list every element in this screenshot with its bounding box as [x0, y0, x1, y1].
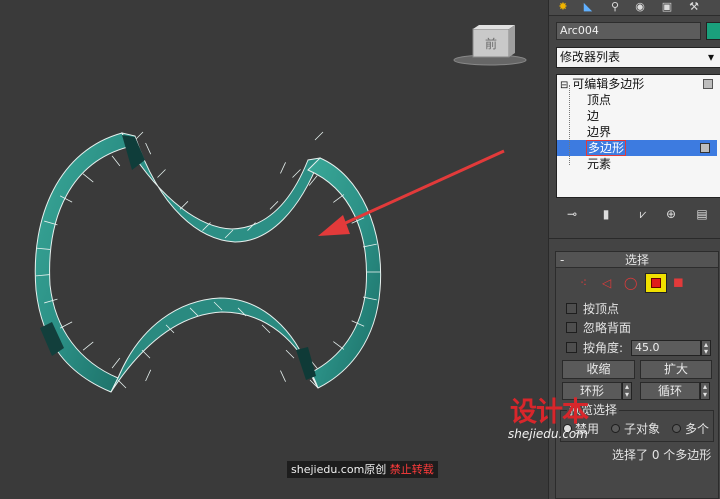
mesh-segment-line: [82, 341, 94, 351]
by-angle-checkbox[interactable]: [566, 342, 577, 353]
mesh-band-top[interactable]: [121, 132, 321, 243]
credit-original: 原创: [364, 463, 387, 476]
credit-site: shejiedu.com: [291, 463, 365, 476]
watermark-url: shejiedu.com: [508, 427, 588, 441]
preview-subobject-label: 子对象: [624, 422, 661, 436]
object-color-swatch[interactable]: [706, 22, 720, 40]
preview-subobject-radio[interactable]: [611, 424, 620, 433]
edge-mode-icon[interactable]: ◁: [602, 276, 616, 290]
remove-modifier-icon[interactable]: ⊕: [661, 206, 681, 222]
viewport[interactable]: 前: [0, 0, 548, 499]
angle-spinner-field[interactable]: 45.0: [631, 340, 701, 356]
pin-stack-icon[interactable]: ⊸: [562, 206, 582, 222]
stack-item-vertex[interactable]: 顶点: [557, 92, 717, 108]
mesh-segment-line: [333, 194, 345, 203]
modifier-list-dropdown[interactable]: 修改器列表 ▾: [556, 47, 720, 68]
stack-item-polygon-label: 多边形: [585, 140, 627, 156]
modifier-stack[interactable]: ⊟ 可编辑多边形 顶点 边 边界 多边形 元素: [556, 74, 720, 198]
mesh-band-right[interactable]: [307, 157, 382, 389]
credit-forbid: 禁止转载: [389, 463, 434, 476]
mesh-band-left[interactable]: [34, 132, 129, 393]
ring-spinner-arrows[interactable]: ▴ ▾: [622, 382, 632, 400]
stack-root-toggle[interactable]: [703, 79, 713, 89]
create-tab-icon[interactable]: ✸: [552, 0, 574, 14]
vertex-mode-icon[interactable]: ⁖: [580, 276, 594, 290]
mesh-segment-line: [179, 201, 189, 210]
credit-banner: shejiedu.com原创 禁止转载: [287, 461, 438, 478]
mesh-segment-line: [141, 349, 151, 359]
ignore-backfacing-checkbox[interactable]: [566, 322, 577, 333]
mesh-segment-line: [269, 201, 279, 210]
mesh-segment-line: [134, 131, 144, 141]
stack-item-polygon[interactable]: 多边形: [557, 140, 717, 156]
grow-button[interactable]: 扩大: [640, 360, 712, 379]
stack-root-label: 可编辑多边形: [572, 77, 645, 91]
preview-multi-radio[interactable]: [672, 424, 681, 433]
modifier-list-label: 修改器列表: [560, 50, 621, 64]
watermark-logo: 设计本: [510, 397, 589, 428]
by-angle-label: 按角度:: [583, 341, 624, 355]
divider: [549, 238, 720, 239]
configure-modifier-sets-icon[interactable]: ▤: [692, 206, 712, 222]
rollout-collapse-symbol: -: [560, 253, 565, 267]
mesh-band-bottom[interactable]: [110, 297, 319, 393]
chevron-down-icon: ▾: [707, 50, 715, 64]
shrink-button[interactable]: 收缩: [562, 360, 635, 379]
selection-status-text: 选择了 0 个多边形: [612, 448, 712, 462]
stack-item-edge[interactable]: 边: [557, 108, 717, 124]
utilities-tab-icon[interactable]: ⚒: [683, 0, 705, 14]
display-tab-icon[interactable]: ▣: [656, 0, 678, 14]
stack-root[interactable]: ⊟ 可编辑多边形: [560, 76, 718, 92]
mesh-segment-line: [59, 321, 73, 329]
mesh-segment-line: [145, 369, 152, 382]
mesh-segment-line: [111, 357, 121, 369]
mesh-segment-line: [111, 155, 121, 167]
by-vertex-label: 按顶点: [583, 302, 620, 316]
mesh-segment-line: [82, 173, 94, 183]
stack-item-polygon-toggle[interactable]: [700, 143, 710, 153]
modify-tab-icon[interactable]: ◣: [577, 0, 599, 14]
mesh-segment-line: [145, 142, 152, 155]
stack-item-border[interactable]: 边界: [557, 124, 717, 140]
viewcube-label: 前: [485, 36, 497, 51]
by-vertex-checkbox[interactable]: [566, 303, 577, 314]
angle-spinner-arrows[interactable]: ▴ ▾: [701, 340, 711, 356]
mesh-segment-line: [261, 324, 271, 334]
motion-tab-icon[interactable]: ◉: [629, 0, 651, 14]
mesh-segment-line: [333, 341, 345, 350]
mesh-segment-line: [285, 349, 295, 359]
ignore-backfacing-label: 忽略背面: [583, 321, 632, 335]
mesh-segment-line: [280, 370, 286, 382]
hierarchy-tab-icon[interactable]: ⚲: [604, 0, 626, 14]
selection-rollout-header[interactable]: - 选择: [556, 252, 718, 268]
border-mode-icon[interactable]: ◯: [624, 276, 638, 290]
make-unique-icon[interactable]: ⩗: [633, 206, 653, 222]
mesh-segment-line: [292, 169, 301, 178]
mesh-segment-line: [117, 379, 127, 389]
mesh-segment-line: [280, 162, 286, 174]
selection-rollout-title: 选择: [624, 253, 649, 267]
polygon-icon: [651, 278, 661, 288]
viewcube-top[interactable]: [473, 25, 515, 29]
polygon-mesh[interactable]: 前: [0, 0, 548, 499]
annotation-arrow-head: [318, 215, 350, 236]
loop-button[interactable]: 循环: [640, 382, 700, 400]
object-name-field[interactable]: Arc004: [556, 22, 701, 40]
element-mode-icon[interactable]: ◼: [673, 276, 687, 290]
mesh-segment-line: [314, 131, 324, 141]
loop-spinner-arrows[interactable]: ▴ ▾: [700, 382, 710, 400]
command-panel-tabs: ✸ ◣ ⚲ ◉ ▣ ⚒: [549, 0, 720, 16]
viewcube-side[interactable]: [509, 25, 515, 57]
polygon-mode-button[interactable]: [645, 273, 667, 293]
show-end-result-icon[interactable]: ▮: [596, 206, 616, 222]
stack-item-element[interactable]: 元素: [557, 156, 717, 172]
stack-tree-line: [569, 85, 570, 165]
mesh-segment-line: [157, 169, 166, 178]
collapse-icon[interactable]: ⊟: [560, 80, 568, 91]
preview-multi-label: 多个: [685, 422, 710, 436]
selection-rollout: - 选择 ⁖ ◁ ◯ ◼ 按顶点 忽略背面 按角度: 45.0 ▴ ▾ 收缩 扩大…: [555, 251, 719, 499]
